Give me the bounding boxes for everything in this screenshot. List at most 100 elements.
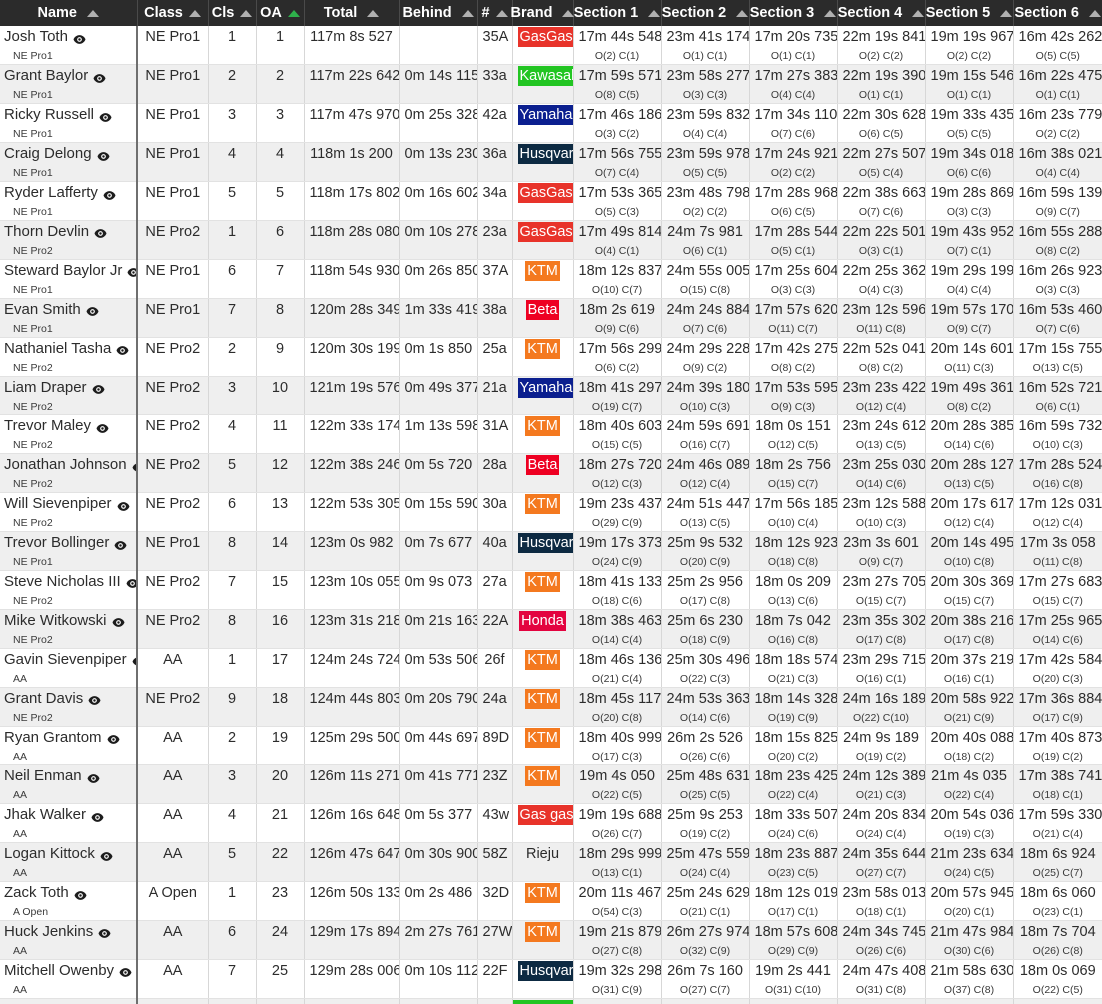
- eye-icon[interactable]: [100, 849, 113, 862]
- table-row[interactable]: Ryder Lafferty NE Pro1 NE Pro1 5 5 118m 17s 8…: [0, 181, 1102, 221]
- column-header-brand[interactable]: Brand: [511, 0, 575, 26]
- cell-name[interactable]: Will Sievenpiper NE Pro2: [0, 492, 138, 533]
- eye-icon[interactable]: [119, 965, 132, 978]
- cell-name[interactable]: Jonathan Johnson NE Pro2: [0, 453, 138, 494]
- eye-icon[interactable]: [92, 382, 105, 395]
- table-row[interactable]: Craig Delong NE Pro1 NE Pro1 4 4 118m 1s 200 0…: [0, 142, 1102, 183]
- eye-icon[interactable]: [93, 71, 106, 84]
- eye-icon[interactable]: [74, 888, 87, 901]
- sort-ascending-icon[interactable]: [240, 9, 253, 17]
- table-row[interactable]: Logan Kittock AA AA 5 22 126m 47s 647 0m 30s 9…: [0, 842, 1102, 883]
- table-row[interactable]: Trevor Bollinger NE Pro1 NE Pro1 8 14 123m 0s…: [0, 531, 1102, 571]
- cell-name[interactable]: Steve Nicholas III NE Pro2: [0, 570, 138, 610]
- sort-ascending-icon[interactable]: [912, 9, 925, 17]
- table-row[interactable]: Josh Toth NE Pro1 NE Pro1 1 1 117m 8s 527 35A G…: [0, 26, 1102, 66]
- table-row[interactable]: Mitchell Owenby AA AA 7 25 129m 28s 006 0m 10s…: [0, 959, 1102, 999]
- column-header-s6[interactable]: Section 6: [1013, 0, 1102, 26]
- column-header-oa[interactable]: OA: [256, 0, 305, 26]
- table-row[interactable]: Trevor Maley NE Pro2 NE Pro2 4 11 122m 33s 17…: [0, 414, 1102, 455]
- cell-name[interactable]: Zack Toth A Open: [0, 881, 138, 921]
- column-header-class[interactable]: Class: [137, 0, 209, 26]
- table-row[interactable]: Jonathan Johnson NE Pro2 NE Pro2 5 12 122m 38…: [0, 453, 1102, 494]
- sort-ascending-icon[interactable]: [367, 9, 380, 17]
- cell-name[interactable]: Mike Witkowski NE Pro2: [0, 609, 138, 649]
- table-row[interactable]: Neil Enman AA AA 3 20 126m 11s 271 0m 41s 771 2…: [0, 764, 1102, 805]
- column-header-total[interactable]: Total: [304, 0, 400, 26]
- cell-name[interactable]: Grant Baylor NE Pro1: [0, 64, 138, 105]
- table-row[interactable]: Steward Baylor Jr NE Pro1 NE Pro1 6 7 118m 54…: [0, 259, 1102, 299]
- column-header-s5[interactable]: Section 5: [925, 0, 1014, 26]
- cell-name[interactable]: Ryan Grantom AA: [0, 726, 138, 766]
- sort-ascending-icon[interactable]: [87, 9, 99, 17]
- eye-icon[interactable]: [97, 149, 110, 162]
- eye-icon[interactable]: [86, 304, 99, 317]
- eye-icon[interactable]: [107, 732, 120, 745]
- cell-name[interactable]: Gavin Sievenpiper AA: [0, 648, 138, 688]
- cell-name[interactable]: Ryder Lafferty NE Pro1: [0, 181, 138, 221]
- column-header-cls[interactable]: Cls: [208, 0, 257, 26]
- table-row[interactable]: Huck Jenkins AA AA 6 24 129m 17s 894 2m 27s 76…: [0, 920, 1102, 960]
- cell-name[interactable]: Trevor Maley NE Pro2: [0, 414, 138, 455]
- cell-name[interactable]: Ricky Russell NE Pro1: [0, 103, 138, 144]
- sort-ascending-icon[interactable]: [824, 9, 837, 17]
- cell-name[interactable]: Jhak Walker AA: [0, 803, 138, 844]
- table-row[interactable]: Ricky Russell NE Pro1 NE Pro1 3 3 117m 47s 97…: [0, 103, 1102, 144]
- sort-ascending-icon[interactable]: [495, 9, 508, 17]
- eye-icon[interactable]: [88, 693, 101, 706]
- table-row[interactable]: Will Sievenpiper NE Pro2 NE Pro2 6 13 122m 53…: [0, 492, 1102, 533]
- eye-icon[interactable]: [112, 615, 125, 628]
- cell-name[interactable]: Logan Kittock AA: [0, 842, 138, 883]
- sort-ascending-icon[interactable]: [1000, 9, 1013, 17]
- cell-name[interactable]: Josh Toth NE Pro1: [0, 26, 138, 66]
- eye-icon[interactable]: [87, 771, 100, 784]
- eye-icon[interactable]: [98, 926, 111, 939]
- column-header-s4[interactable]: Section 4: [837, 0, 926, 26]
- table-row[interactable]: Ryan Grantom AA AA 2 19 125m 29s 500 0m 44s 69…: [0, 726, 1102, 766]
- table-row[interactable]: Steve Nicholas III NE Pro2 NE Pro2 7 15 123m …: [0, 570, 1102, 610]
- eye-icon[interactable]: [126, 576, 135, 589]
- cell-name[interactable]: Steward Baylor Jr NE Pro1: [0, 259, 138, 299]
- column-header-s1[interactable]: Section 1: [573, 0, 662, 26]
- cell-name[interactable]: Trevor Bollinger NE Pro1: [0, 531, 138, 571]
- cell-name[interactable]: Mitchell Owenby AA: [0, 959, 138, 999]
- sort-ascending-icon[interactable]: [188, 9, 201, 17]
- eye-icon[interactable]: [117, 499, 130, 512]
- column-header-name[interactable]: Name: [0, 0, 138, 26]
- column-header-s3[interactable]: Section 3: [749, 0, 838, 26]
- cell-name[interactable]: Huck Jenkins AA: [0, 920, 138, 960]
- cell-name[interactable]: Neil Enman AA: [0, 764, 138, 805]
- eye-icon[interactable]: [91, 810, 104, 823]
- cell-name[interactable]: Nathaniel Tasha NE Pro2: [0, 337, 138, 377]
- table-row[interactable]: Grant Baylor NE Pro1 NE Pro1 2 2 117m 22s 642…: [0, 64, 1102, 105]
- table-row[interactable]: Zack Toth A Open A Open 1 23 126m 50s 133 0m 2…: [0, 881, 1102, 921]
- column-header-s2[interactable]: Section 2: [661, 0, 750, 26]
- eye-icon[interactable]: [116, 343, 129, 356]
- sort-ascending-icon[interactable]: [1088, 9, 1101, 17]
- cell-name[interactable]: Thorn Devlin NE Pro2: [0, 220, 138, 260]
- table-row[interactable]: Evan Smith NE Pro1 NE Pro1 7 8 120m 28s 349 1m…: [0, 298, 1102, 338]
- eye-icon[interactable]: [103, 188, 116, 201]
- eye-icon[interactable]: [127, 265, 135, 278]
- table-row[interactable]: Jhak Walker AA AA 4 21 126m 16s 648 0m 5s 377 4…: [0, 803, 1102, 844]
- table-row[interactable]: Thorn Devlin NE Pro2 NE Pro2 1 6 118m 28s 080…: [0, 220, 1102, 260]
- eye-icon[interactable]: [73, 32, 86, 45]
- eye-icon[interactable]: [114, 538, 127, 551]
- eye-icon[interactable]: [94, 226, 107, 239]
- sort-ascending-icon[interactable]: [287, 9, 300, 17]
- table-row[interactable]: Mike Witkowski NE Pro2 NE Pro2 8 16 123m 31s …: [0, 609, 1102, 649]
- eye-icon[interactable]: [99, 110, 112, 123]
- column-header-num[interactable]: #: [477, 0, 513, 26]
- sort-ascending-icon[interactable]: [648, 9, 661, 17]
- sort-ascending-icon[interactable]: [736, 9, 749, 17]
- column-header-behind[interactable]: Behind: [399, 0, 478, 26]
- eye-icon[interactable]: [96, 421, 109, 434]
- sort-ascending-icon[interactable]: [461, 9, 474, 17]
- table-row[interactable]: [0, 998, 1102, 1004]
- cell-name[interactable]: Evan Smith NE Pro1: [0, 298, 138, 338]
- table-row[interactable]: Nathaniel Tasha NE Pro2 NE Pro2 2 9 120m 30s …: [0, 337, 1102, 377]
- cell-name[interactable]: Grant Davis NE Pro2: [0, 687, 138, 727]
- cell-name[interactable]: Craig Delong NE Pro1: [0, 142, 138, 183]
- table-row[interactable]: Grant Davis NE Pro2 NE Pro2 9 18 124m 44s 803…: [0, 687, 1102, 727]
- table-row[interactable]: Gavin Sievenpiper AA AA 1 17 124m 24s 724 0m 5…: [0, 648, 1102, 688]
- table-row[interactable]: Liam Draper NE Pro2 NE Pro2 3 10 121m 19s 576…: [0, 376, 1102, 416]
